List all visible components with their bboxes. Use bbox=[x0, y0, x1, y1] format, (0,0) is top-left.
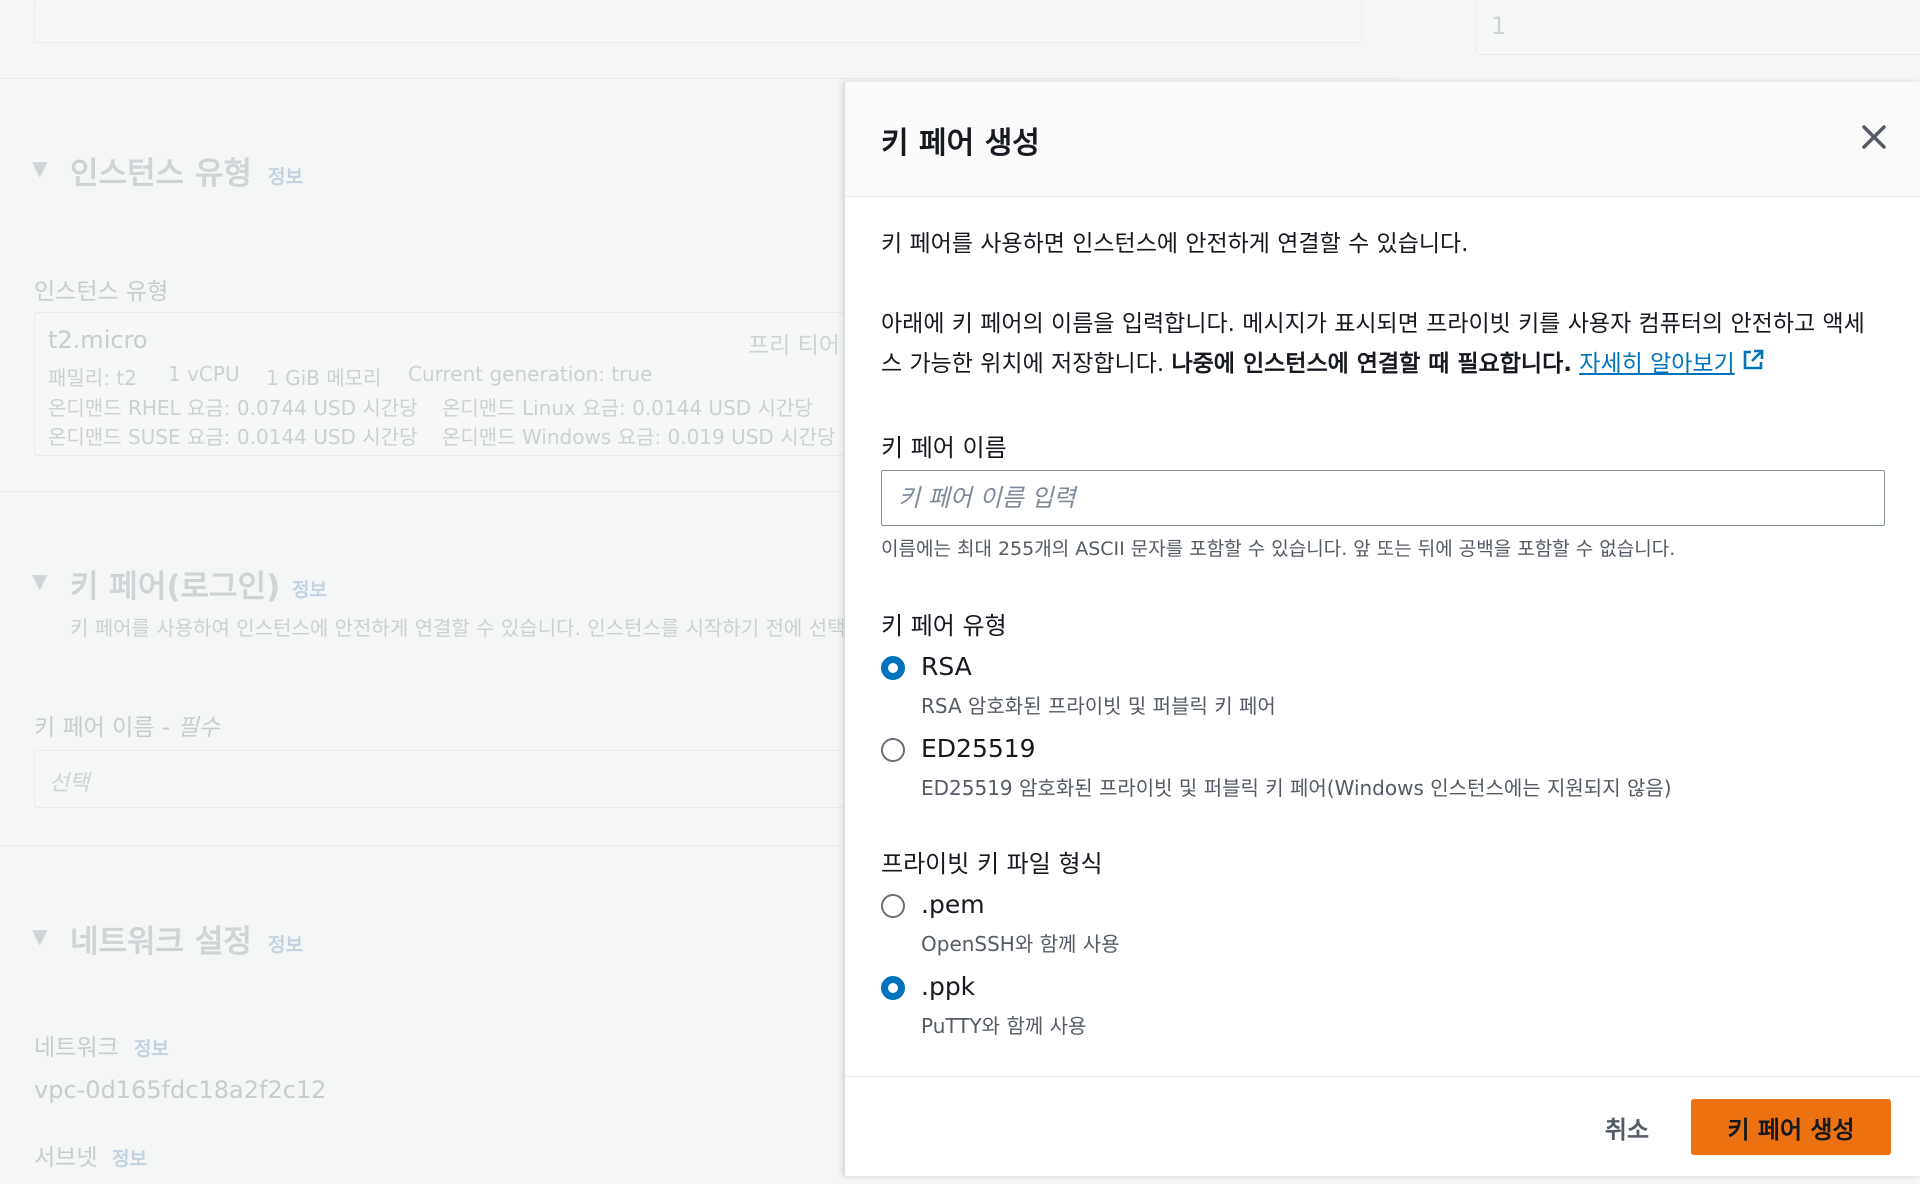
pem-description: OpenSSH와 함께 사용 bbox=[921, 932, 1120, 956]
ppk-label[interactable]: .ppk bbox=[921, 972, 975, 1001]
description-line2: 스 가능한 위치에 저장합니다. bbox=[881, 351, 1165, 377]
key-pair-name-label: 키 페어 이름 bbox=[881, 434, 1007, 462]
pem-label[interactable]: .pem bbox=[921, 890, 985, 919]
ed25519-label[interactable]: ED25519 bbox=[921, 734, 1036, 763]
rsa-label[interactable]: RSA bbox=[921, 652, 972, 681]
close-icon[interactable] bbox=[1857, 120, 1891, 154]
modal-title: 키 페어 생성 bbox=[881, 126, 1040, 161]
modal-description: 아래에 키 페어의 이름을 입력합니다. 메시지가 표시되면 프라이빗 키를 사… bbox=[881, 304, 1901, 385]
learn-more-link[interactable]: 자세히 알아보기 bbox=[1579, 349, 1764, 377]
modal-footer: 취소 키 페어 생성 bbox=[845, 1076, 1920, 1177]
create-key-pair-button[interactable]: 키 페어 생성 bbox=[1691, 1099, 1891, 1155]
key-pair-type-label: 키 페어 유형 bbox=[881, 612, 1007, 640]
ppk-description: PuTTY와 함께 사용 bbox=[921, 1014, 1087, 1038]
radio-pem[interactable] bbox=[881, 894, 905, 918]
description-line1: 아래에 키 페어의 이름을 입력합니다. 메시지가 표시되면 프라이빗 키를 사… bbox=[881, 311, 1865, 337]
private-key-format-label: 프라이빗 키 파일 형식 bbox=[881, 850, 1103, 878]
radio-ppk[interactable] bbox=[881, 976, 905, 1000]
radio-rsa[interactable] bbox=[881, 656, 905, 680]
create-key-pair-modal: 키 페어 생성 키 페어를 사용하면 인스턴스에 안전하게 연결할 수 있습니다… bbox=[844, 82, 1920, 1176]
rsa-description: RSA 암호화된 프라이빗 및 퍼블릭 키 페어 bbox=[921, 694, 1276, 718]
radio-ed25519[interactable] bbox=[881, 738, 905, 762]
modal-intro: 키 페어를 사용하면 인스턴스에 안전하게 연결할 수 있습니다. bbox=[881, 231, 1469, 257]
key-pair-name-input[interactable] bbox=[881, 470, 1885, 526]
modal-header: 키 페어 생성 bbox=[845, 82, 1920, 197]
description-bold: 나중에 인스턴스에 연결할 때 필요합니다. bbox=[1171, 351, 1572, 377]
ed25519-description: ED25519 암호화된 프라이빗 및 퍼블릭 키 페어(Windows 인스턴… bbox=[921, 776, 1672, 800]
key-pair-name-hint: 이름에는 최대 255개의 ASCII 문자를 포함할 수 있습니다. 앞 또는… bbox=[881, 538, 1676, 560]
cancel-button[interactable]: 취소 bbox=[1577, 1099, 1677, 1155]
external-link-icon bbox=[1741, 345, 1765, 385]
